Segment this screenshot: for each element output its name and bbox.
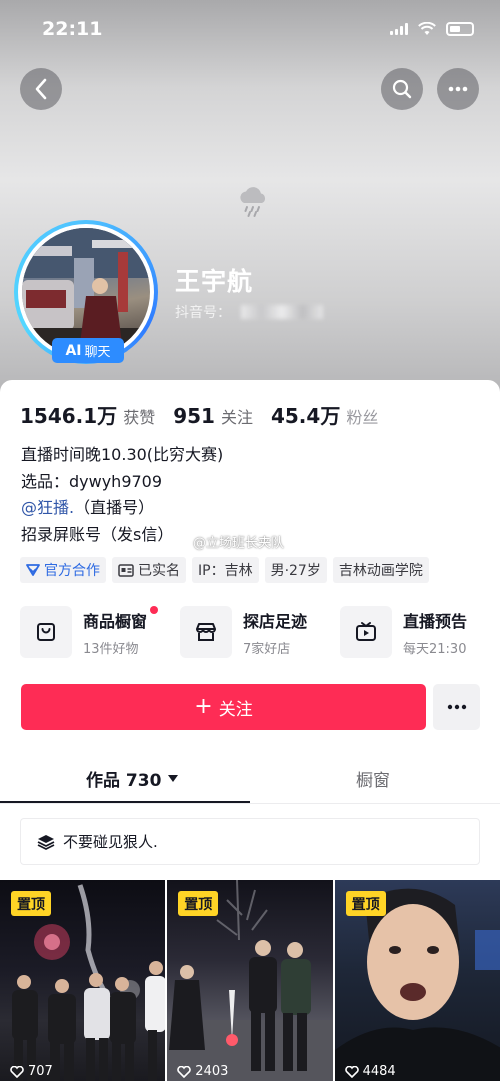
store-icon [180, 606, 232, 658]
heart-icon [344, 1065, 359, 1078]
more-dots-icon [447, 704, 466, 710]
profile-card: 1546.1万 获赞 951 关注 45.4万 粉丝 直播时间晚10.30(比穷… [0, 380, 500, 1081]
video-thumbnail[interactable]: 置顶 707 [0, 880, 166, 1081]
tag-official-partner[interactable]: 官方合作 [20, 557, 106, 583]
tab-divider [0, 803, 500, 804]
douyin-id-blurred [241, 305, 323, 319]
pinned-badge: 置顶 [11, 891, 51, 916]
feature-title: 商品橱窗 [83, 611, 148, 631]
feature-store-visits[interactable]: 探店足迹 7家好店 [180, 606, 340, 658]
tab-works-label: 作品 730 [86, 771, 162, 791]
collection-label: 不要碰见狠人. [63, 833, 158, 851]
video-thumbnail[interactable]: 置顶 2403 [167, 880, 333, 1081]
signal-icon [390, 23, 408, 35]
more-dots-icon [448, 86, 468, 92]
play-count: 707 [10, 1064, 53, 1079]
follow-button[interactable]: + 关注 [21, 684, 426, 730]
tag-school[interactable]: 吉林动画学院 [332, 557, 429, 583]
tag-label: 男·27岁 [270, 563, 321, 579]
active-tab-indicator [0, 801, 250, 803]
play-count-value: 2403 [195, 1064, 229, 1079]
tag-label: 吉林动画学院 [338, 563, 423, 579]
bio-line: 直播时间晚10.30(比穷大赛) [21, 445, 224, 464]
feature-shop-window[interactable]: 商品橱窗 13件好物 [20, 605, 180, 658]
battery-icon [446, 22, 474, 36]
watermark: @立场班长夹队 [193, 536, 285, 551]
feature-entries: 商品橱窗 13件好物 探店足迹 7家好店 直播预告 每天21:30 [20, 605, 500, 658]
back-button[interactable] [20, 68, 62, 110]
tag-verified[interactable]: 已实名 [112, 557, 186, 583]
more-actions-button[interactable] [433, 684, 480, 730]
official-icon [26, 564, 40, 576]
douyin-id: 抖音号： [175, 302, 323, 322]
ai-chat-badge[interactable]: AI 聊天 [52, 338, 124, 363]
play-count: 2403 [177, 1064, 228, 1079]
collection-entry[interactable]: 不要碰见狠人. [20, 818, 480, 865]
likes-label: 获赞 [123, 408, 156, 427]
avatar-photo [22, 228, 150, 356]
tab-works[interactable]: 作品 730 [86, 766, 179, 791]
chevron-left-icon [35, 78, 47, 100]
feature-live-preview[interactable]: 直播预告 每天21:30 [340, 606, 500, 658]
more-options-button[interactable] [437, 68, 479, 110]
tag-gender-age: 男·27岁 [264, 557, 327, 583]
live-tv-icon [340, 606, 392, 658]
shop-bag-icon [20, 606, 72, 658]
heart-icon [177, 1065, 192, 1078]
follow-button-label: 关注 [218, 699, 253, 720]
followers-label[interactable]: 粉丝 [346, 404, 378, 428]
status-time: 22:11 [42, 18, 103, 40]
stats-row: 1546.1万 获赞 951 关注 45.4万 粉丝 [20, 400, 396, 429]
tab-shop-window[interactable]: 橱窗 [356, 766, 390, 791]
content-tabs: 作品 730 橱窗 [0, 760, 500, 804]
search-button[interactable] [381, 68, 423, 110]
video-thumbnail[interactable]: 置顶 4484 [334, 880, 500, 1081]
search-icon [392, 79, 412, 99]
wifi-icon [418, 22, 436, 35]
plus-icon: + [194, 694, 213, 719]
profile-header-background: 22:11 AI 聊天 王宇航 抖音号： [0, 0, 500, 400]
following-count[interactable]: 951 [173, 404, 215, 428]
video-grid: 置顶 707 置顶 2403 置顶 4484 [0, 880, 500, 1081]
bio-line: 选品：dywyh9709 [21, 471, 163, 491]
rain-cloud-icon [240, 187, 266, 217]
caret-down-icon [168, 775, 179, 782]
following-label[interactable]: 关注 [221, 404, 253, 428]
pinned-badge: 置顶 [178, 891, 219, 916]
followers-count[interactable]: 45.4万 [271, 400, 340, 429]
status-icons [390, 22, 474, 36]
feature-title: 探店足迹 [243, 611, 308, 631]
heart-icon [10, 1065, 24, 1078]
play-count-value: 707 [28, 1064, 53, 1079]
likes-count: 1546.1万 [20, 404, 118, 428]
pinned-badge: 置顶 [345, 891, 386, 916]
chat-badge-label: 聊天 [84, 345, 111, 360]
douyin-id-label: 抖音号： [175, 305, 231, 321]
tag-ip-location: IP：吉林 [192, 557, 259, 583]
play-count: 4484 [344, 1064, 396, 1079]
feature-subtitle: 13件好物 [83, 641, 139, 657]
bio-mention-link[interactable]: @狂播. [21, 498, 74, 517]
bio-line: @狂播.（直播号） [21, 495, 223, 522]
feature-title: 直播预告 [403, 611, 468, 631]
ai-badge-label: AI [65, 342, 82, 359]
tag-label: IP：吉林 [198, 563, 253, 579]
play-count-value: 4484 [362, 1064, 396, 1079]
layers-icon [37, 834, 55, 850]
feature-subtitle: 7家好店 [243, 641, 291, 657]
id-card-icon [118, 563, 134, 577]
tag-label: 已实名 [138, 563, 180, 579]
profile-tags: 官方合作 已实名 IP：吉林 男·27岁 吉林动画学院 [20, 557, 429, 583]
username: 王宇航 [175, 267, 254, 296]
notification-dot [150, 605, 159, 614]
bio-line-suffix: （直播号） [74, 498, 155, 517]
feature-subtitle: 每天21:30 [403, 641, 467, 657]
tag-label: 官方合作 [44, 563, 100, 579]
